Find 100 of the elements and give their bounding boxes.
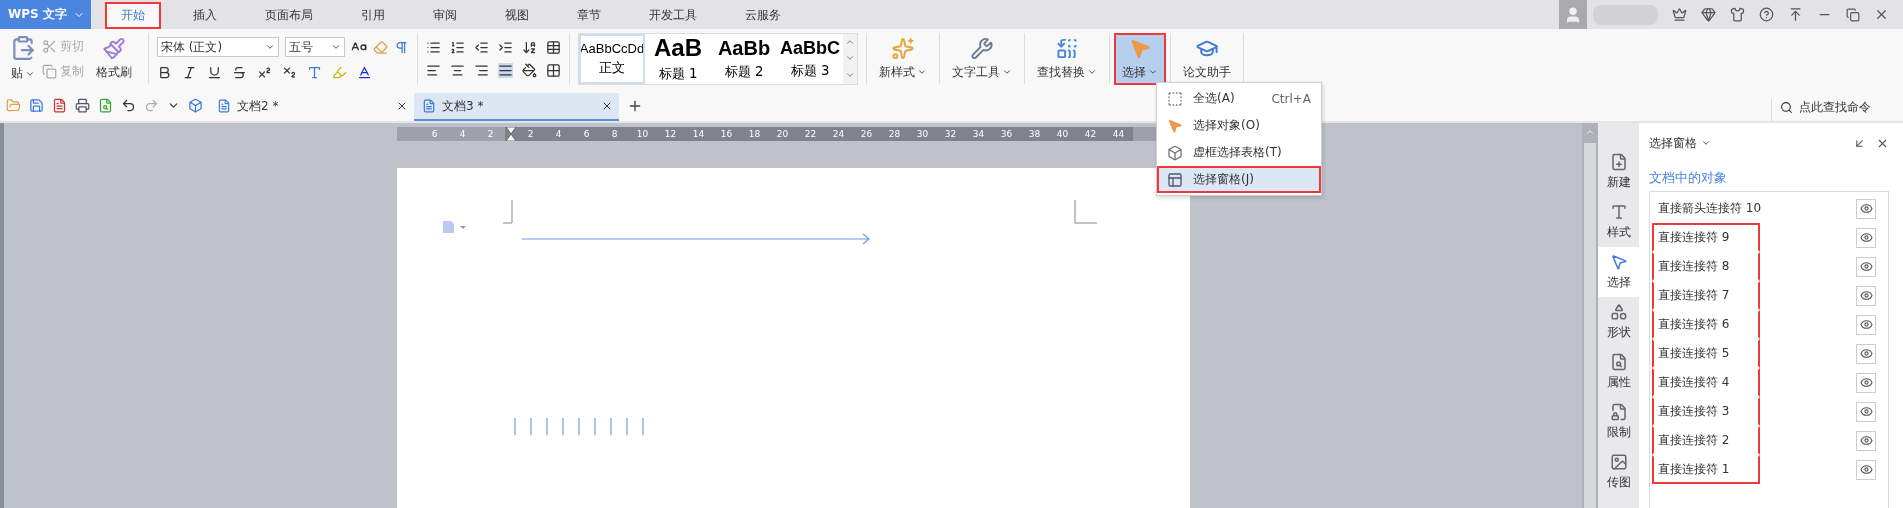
- visibility-toggle[interactable]: [1856, 285, 1876, 306]
- italic-icon[interactable]: [182, 65, 197, 80]
- shading-icon[interactable]: [522, 62, 537, 78]
- object-name: 直接连接符 2: [1658, 432, 1730, 449]
- visibility-toggle[interactable]: [1856, 372, 1876, 393]
- visibility-toggle[interactable]: [1856, 343, 1876, 364]
- menu-tab[interactable]: 云服务: [728, 2, 797, 29]
- document-tab[interactable]: 文档2 *: [209, 93, 414, 121]
- undo-icon[interactable]: [121, 98, 136, 113]
- visibility-toggle[interactable]: [1856, 314, 1876, 335]
- help-icon[interactable]: [1759, 7, 1774, 22]
- visibility-toggle[interactable]: [1856, 256, 1876, 277]
- border-icon[interactable]: [546, 62, 561, 78]
- pointer-icon: [1167, 117, 1183, 134]
- close-icon[interactable]: [396, 100, 408, 112]
- text-effect-icon[interactable]: [307, 65, 322, 80]
- strikethrough-icon[interactable]: [232, 65, 247, 80]
- side-tab[interactable]: 新建: [1598, 147, 1639, 197]
- visibility-toggle[interactable]: [1856, 401, 1876, 422]
- format-painter-button[interactable]: 格式刷: [88, 32, 140, 85]
- table-icon[interactable]: [546, 39, 561, 55]
- pane-title[interactable]: 选择窗格: [1649, 134, 1711, 152]
- bold-icon[interactable]: [157, 65, 172, 80]
- close-icon[interactable]: [601, 100, 613, 112]
- font-size-field[interactable]: 五号: [285, 37, 345, 57]
- align-right-icon[interactable]: [474, 62, 489, 78]
- menu-item[interactable]: 选择窗格(J): [1157, 166, 1321, 193]
- side-tab[interactable]: 限制: [1598, 397, 1639, 447]
- visibility-toggle[interactable]: [1856, 227, 1876, 248]
- numbered-list-icon[interactable]: [450, 39, 465, 55]
- side-tab[interactable]: 样式: [1598, 197, 1639, 247]
- outdent-icon[interactable]: [474, 39, 489, 55]
- eye-icon: [1859, 463, 1873, 476]
- object-name: 直接连接符 9: [1658, 229, 1730, 246]
- justify-icon[interactable]: [498, 62, 513, 78]
- document-icon: [217, 99, 231, 113]
- save-icon[interactable]: [29, 98, 44, 113]
- text-tools-button[interactable]: 文字工具: [944, 32, 1020, 85]
- font-color-icon[interactable]: [357, 65, 372, 80]
- subscript-icon[interactable]: [282, 65, 297, 80]
- caret-icon: [331, 42, 341, 52]
- superscript-icon[interactable]: [257, 65, 272, 80]
- ruler-number: 10: [635, 129, 650, 139]
- menu-tab[interactable]: 开发工具: [632, 2, 713, 29]
- menu-tab[interactable]: 页面布局: [248, 2, 329, 29]
- side-tab[interactable]: 属性: [1598, 347, 1639, 397]
- visibility-toggle[interactable]: [1856, 430, 1876, 451]
- bullet-list-icon[interactable]: [426, 39, 441, 55]
- print-icon[interactable]: [75, 98, 90, 113]
- upload-icon[interactable]: [1788, 7, 1803, 22]
- menu-item[interactable]: 选择对象(O): [1157, 112, 1321, 139]
- visibility-toggle[interactable]: [1856, 198, 1876, 219]
- menu-item[interactable]: 虚框选择表格(T): [1157, 139, 1321, 166]
- font-name-field[interactable]: 宋体 (正文): [157, 37, 279, 57]
- select-button[interactable]: 选择: [1114, 32, 1166, 85]
- cube-icon[interactable]: [188, 98, 203, 113]
- indent-marker-icon[interactable]: [504, 127, 517, 141]
- ruler-number: 38: [1027, 129, 1042, 139]
- thesis-button[interactable]: 论文助手: [1175, 32, 1239, 85]
- paste-button[interactable]: 贴: [8, 32, 38, 85]
- menu-item[interactable]: 全选(A) Ctrl+A: [1157, 85, 1321, 112]
- menu-tab[interactable]: 引用: [344, 2, 401, 29]
- menu-tab[interactable]: 开始: [104, 2, 161, 29]
- menu-tab[interactable]: 插入: [176, 2, 233, 29]
- align-left-icon[interactable]: [426, 62, 441, 78]
- paintbrush-icon: [102, 36, 126, 60]
- side-tab[interactable]: 选择: [1598, 247, 1639, 297]
- ruler-number: 22: [803, 129, 818, 139]
- side-tab[interactable]: 传图: [1598, 447, 1639, 497]
- shapes-icon: [1609, 303, 1628, 321]
- restore-icon[interactable]: [1846, 7, 1860, 22]
- dashed-square-icon: [1167, 90, 1183, 107]
- document-tab[interactable]: 文档3 *: [414, 93, 619, 121]
- find-replace-button[interactable]: 查找替换: [1029, 32, 1105, 85]
- underline-icon[interactable]: [207, 65, 222, 80]
- app-menu-button[interactable]: WPS 文字: [0, 0, 91, 29]
- wrench-icon: [970, 36, 994, 60]
- menu-tab[interactable]: 视图: [488, 2, 545, 29]
- new-style-button[interactable]: 新样式: [871, 32, 935, 85]
- menu-tab[interactable]: 章节: [560, 2, 617, 29]
- skin-icon[interactable]: [1730, 7, 1745, 22]
- gem-icon[interactable]: [1701, 7, 1716, 22]
- preview-icon[interactable]: [98, 98, 113, 113]
- side-tab[interactable]: 形状: [1598, 297, 1639, 347]
- export-icon[interactable]: [52, 98, 67, 113]
- align-center-icon[interactable]: [450, 62, 465, 78]
- ruler-number: 44: [1111, 129, 1126, 139]
- ruler-number: 42: [1083, 129, 1098, 139]
- sort-icon[interactable]: [522, 39, 537, 55]
- command-search-field[interactable]: 点此查找命令: [1797, 99, 1897, 115]
- close-icon[interactable]: [1874, 7, 1889, 22]
- ruler-number: 34: [971, 129, 986, 139]
- caret-icon: [1002, 67, 1012, 77]
- scroll-thumb[interactable]: [1584, 143, 1596, 508]
- caret-icon: [1148, 67, 1158, 77]
- visibility-toggle[interactable]: [1856, 459, 1876, 480]
- new-tab-button[interactable]: [627, 98, 643, 114]
- menu-tab[interactable]: 审阅: [416, 2, 473, 29]
- crown-icon[interactable]: [1672, 7, 1687, 22]
- indent-icon[interactable]: [498, 39, 513, 55]
